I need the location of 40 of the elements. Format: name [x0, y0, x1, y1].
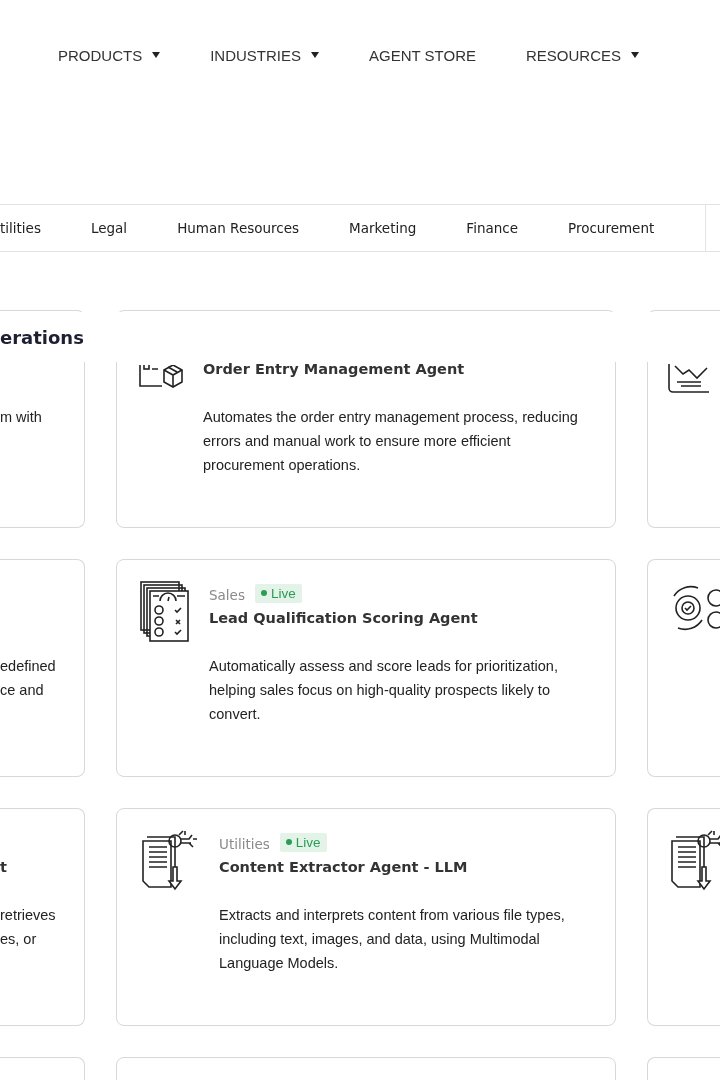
category-tab[interactable]: tilities: [0, 220, 41, 236]
nav-link[interactable]: AGENT STORE: [369, 46, 476, 64]
card-description-line: es, or: [0, 930, 38, 949]
agent-card[interactable]: Utilities Live Content Extractor Agent - LLM Extracts and interprets content from various file types, including text, images, and data, using Multimodal Language Models.: [116, 808, 616, 1026]
card-category: Utilities: [219, 835, 270, 852]
card-description-line: m with: [0, 408, 43, 427]
card-title: Order Entry Management Agent: [203, 361, 466, 379]
card-description: Automatically assess and score leads for prioritization, helping sales focus on high-quality prospects likely to convert.: [209, 657, 559, 724]
nav-link[interactable]: RESOURCES: [526, 46, 640, 64]
section-heading: erations: [0, 326, 84, 348]
card-title: t: [0, 859, 8, 877]
card-category: Sales: [209, 586, 245, 603]
card-description-line: retrieves: [0, 906, 57, 925]
agent-card[interactable]: t retrieves es, or: [0, 808, 85, 1026]
agent-card[interactable]: Sales Live Lead Qualification Scoring Agent Automatically assess and score leads for prioritization, helping sales focus on high-quality prospects likely to convert.: [116, 559, 616, 777]
category-tab[interactable]: Finance: [466, 220, 518, 236]
card-description: Automates the order entry management process, reducing errors and manual work to ensure more efficient procurement operations.: [203, 408, 579, 475]
category-tab[interactable]: Procurement: [568, 220, 655, 236]
category-tab[interactable]: Human Resources: [177, 220, 300, 236]
category-tab[interactable]: Legal: [90, 220, 128, 236]
checklist-icon: [139, 580, 189, 642]
card-description: Extracts and interprets content from various file types, including text, images, and data, using Multimodal Language Models.: [219, 906, 566, 973]
status-badge: Live: [279, 832, 327, 852]
card-title: Content Extractor Agent - LLM: [219, 859, 469, 877]
agent-card[interactable]: [647, 559, 720, 777]
caret-icon: [152, 52, 161, 58]
nav-link[interactable]: PRODUCTS: [58, 46, 161, 64]
card-title: Lead Qualification Scoring Agent: [209, 610, 479, 628]
status-badge: Live: [254, 583, 302, 603]
category-tab[interactable]: Marketing: [349, 220, 417, 236]
agent-card[interactable]: edefined ce and: [0, 559, 85, 777]
caret-icon: [631, 52, 640, 58]
agent-card[interactable]: [647, 808, 720, 1026]
document-gear-icon: [668, 829, 720, 891]
card-description-line: edefined: [0, 657, 57, 676]
package-icon: [139, 365, 183, 389]
caret-icon: [311, 52, 319, 58]
card-description-line: ce and: [0, 681, 45, 700]
nav-link[interactable]: INDUSTRIES: [210, 46, 319, 64]
document-gear-icon: [139, 829, 199, 891]
